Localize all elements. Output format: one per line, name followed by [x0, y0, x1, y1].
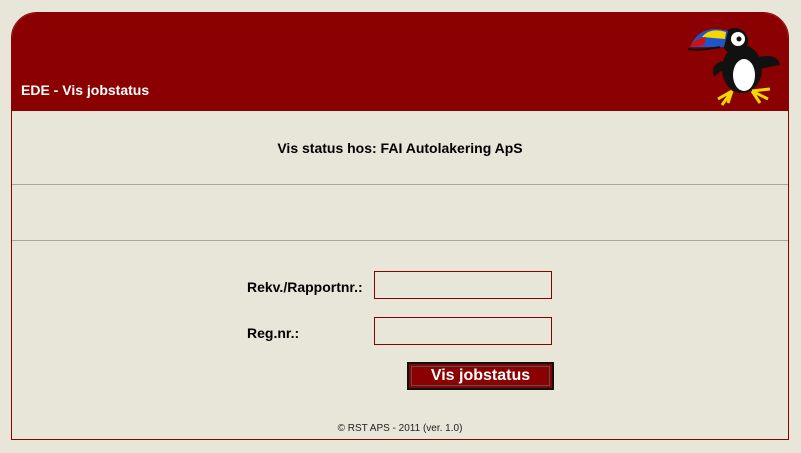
rekv-input[interactable]	[374, 271, 552, 299]
copyright-footer: © RST APS - 2011 (ver. 1.0)	[337, 423, 463, 434]
vis-jobstatus-button[interactable]: Vis jobstatus	[407, 362, 554, 390]
divider-bottom	[12, 240, 788, 241]
header-bar: EDE - Vis jobstatus	[12, 13, 788, 111]
toucan-icon	[687, 28, 780, 106]
rekv-label: Rekv./Rapportnr.:	[247, 279, 363, 295]
status-heading: Vis status hos: FAI Autolakering ApS	[277, 140, 523, 156]
divider-top	[12, 184, 788, 185]
page-title: EDE - Vis jobstatus	[21, 82, 150, 98]
regnr-input[interactable]	[374, 317, 552, 345]
main-panel: EDE - Vis jobstatus Vis status hos: FAI …	[11, 12, 789, 440]
regnr-label: Reg.nr.:	[247, 325, 300, 341]
